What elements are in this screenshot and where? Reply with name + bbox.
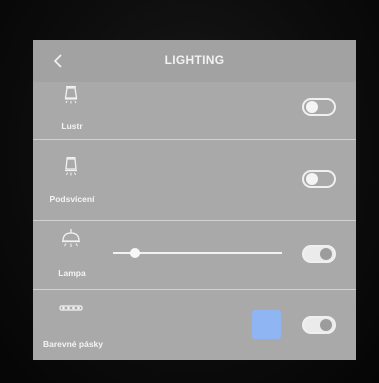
light-label-barevne-pasky: Barevné pásky — [42, 339, 103, 349]
page-title: LIGHTING — [164, 53, 225, 67]
toggle-lampa[interactable] — [302, 245, 336, 263]
led-strip-icon — [59, 305, 83, 311]
light-row-barevne-pasky: Barevné pásky — [33, 290, 356, 360]
toggle-knob — [306, 101, 318, 113]
toggle-knob — [320, 248, 332, 260]
light-row-lampa: Lampa — [33, 221, 356, 289]
chandelier-icon — [64, 86, 78, 104]
toggle-knob — [320, 319, 332, 331]
color-picker-swatch[interactable] — [252, 310, 281, 339]
light-row-podsviceni: Podsvícení — [33, 140, 356, 220]
dimmer-slider-thumb[interactable] — [129, 248, 140, 258]
toggle-lustr[interactable] — [302, 98, 336, 116]
lighting-screen: LIGHTING Lustr Podsvícení Lampa Barevné … — [33, 40, 356, 360]
pendant-lamp-icon — [62, 229, 80, 247]
light-label-podsviceni: Podsvícení — [49, 194, 95, 204]
light-label-lustr: Lustr — [61, 121, 83, 131]
header-bar: LIGHTING — [33, 40, 356, 82]
light-row-lustr: Lustr — [33, 82, 356, 139]
toggle-barevne-pasky[interactable] — [302, 316, 336, 334]
light-label-lampa: Lampa — [58, 268, 86, 278]
toggle-podsviceni[interactable] — [302, 170, 336, 188]
backlight-lamp-icon — [65, 157, 77, 176]
toggle-knob — [306, 173, 318, 185]
